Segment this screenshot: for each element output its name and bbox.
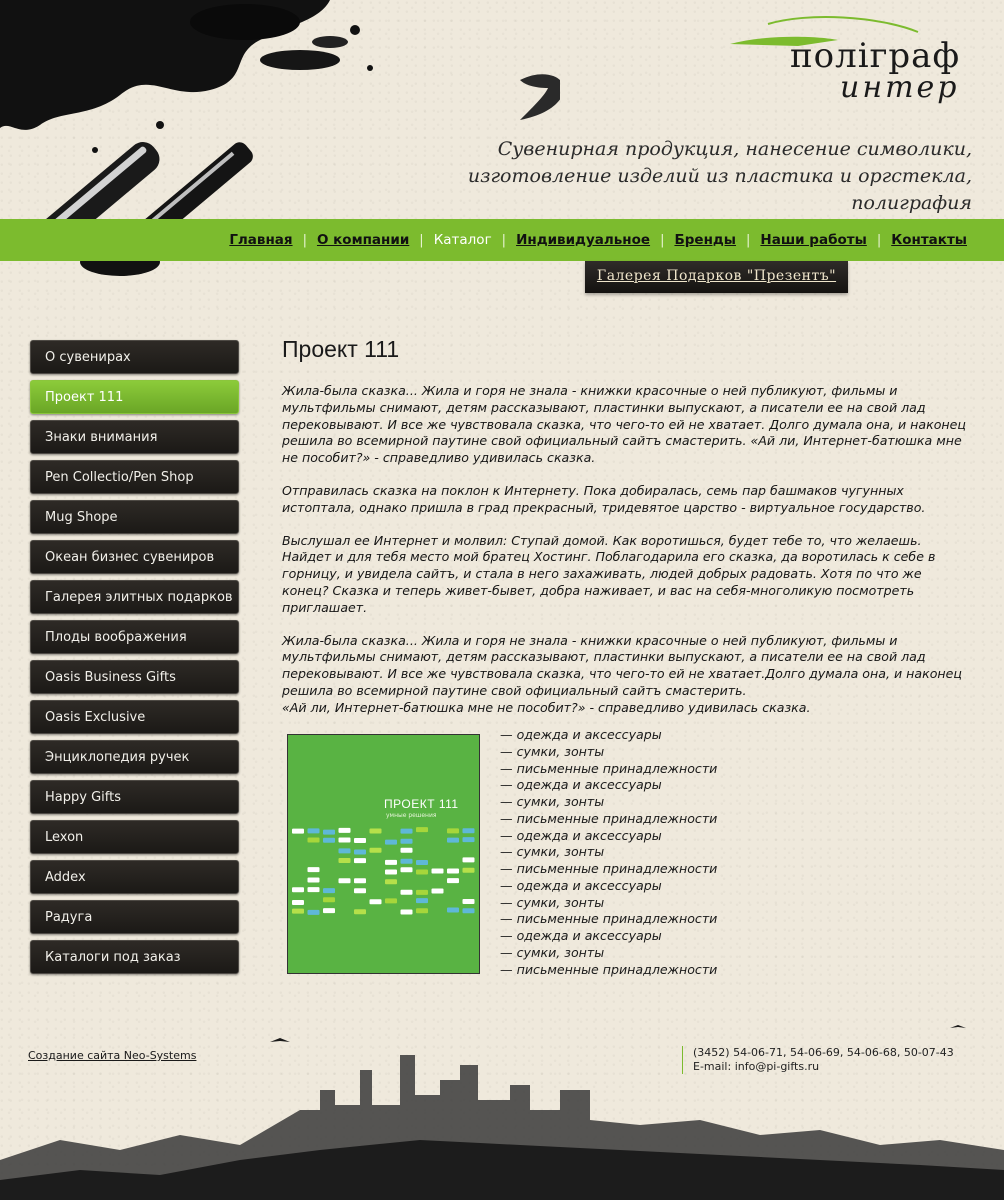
nav-item-about[interactable]: О компании	[317, 232, 409, 248]
list-item: — письменные принадлежности	[500, 810, 718, 826]
sidebar-item-attention-signs[interactable]: Знаки внимания	[30, 420, 239, 454]
list-item: — сумки, зонты	[500, 844, 605, 860]
sidebar-item-oasis-exclusive[interactable]: Oasis Exclusive	[30, 700, 239, 734]
nav-item-catalog[interactable]: Каталог	[434, 232, 492, 248]
developer-credit-link[interactable]: Создание сайта Neo-Systems	[28, 1049, 196, 1062]
paragraph: Жила-была сказка... Жила и горя не знала…	[282, 383, 966, 466]
list-item: — письменные принадлежности	[500, 961, 718, 977]
main-nav: Главная | О компании | Каталог | Индивидуал…	[229, 232, 967, 248]
nav-separator: |	[876, 232, 882, 248]
nav-separator: |	[660, 232, 665, 248]
sidebar-item-imagination[interactable]: Плоды воображения	[30, 620, 239, 654]
list-item: — сумки, зонты	[500, 743, 605, 759]
tagline: Сувенирная продукция, нанесение символик…	[352, 136, 972, 217]
category-list: — одежда и аксессуары — сумки, зонты — п…	[500, 727, 717, 978]
sidebar-item-ocean[interactable]: Океан бизнес сувениров	[30, 540, 239, 574]
sidebar-item-raduga[interactable]: Радуга	[30, 900, 239, 934]
sidebar-item-oasis-business[interactable]: Oasis Business Gifts	[30, 660, 239, 694]
sidebar-item-souvenirs[interactable]: О сувенирах	[30, 340, 239, 374]
catalog-cover-title: ПРОЕКТ 111	[384, 797, 459, 811]
nav-separator: |	[746, 232, 751, 248]
nav-item-individual[interactable]: Индивидуальное	[516, 232, 650, 248]
catalog-cover-pattern	[292, 827, 475, 915]
list-item: — письменные принадлежности	[500, 760, 718, 776]
paragraph: Жила-была сказка... Жила и горя не знала…	[282, 632, 962, 715]
nav-item-brands[interactable]: Бренды	[674, 232, 736, 248]
nav-separator: |	[501, 232, 507, 248]
list-item: — сумки, зонты	[500, 894, 605, 910]
logo[interactable]: полiграф интер	[728, 14, 978, 114]
email[interactable]: E-mail: info@pi-gifts.ru	[693, 1060, 954, 1074]
list-item: — письменные принадлежности	[500, 861, 718, 876]
page-title: Проект 111	[282, 336, 400, 362]
catalog-cover-subtitle: умные решения	[386, 812, 437, 819]
sidebar: О сувенирах Проект 111 Знаки внимания Pe…	[30, 340, 241, 980]
list-item: — одежда и аксессуары	[500, 827, 662, 843]
contacts: (3452) 54-06-71, 54-06-69, 54-06-68, 50-…	[682, 1046, 954, 1074]
nav-separator: |	[419, 232, 424, 248]
sidebar-item-addex[interactable]: Addex	[30, 860, 239, 894]
nav-item-home[interactable]: Главная	[229, 232, 292, 248]
main-content: Проект 111 Жила-была сказка... Жила и го…	[282, 336, 972, 977]
paragraph: Выслушал ее Интернет и молвил: Ступай до…	[282, 532, 936, 615]
gallery-button[interactable]: Галерея Подарков "Презентъ"	[585, 261, 848, 293]
list-item: — одежда и аксессуары	[500, 777, 662, 793]
list-item: — одежда и аксессуары	[500, 727, 662, 742]
nav-separator: |	[302, 232, 307, 248]
sidebar-item-pen-encyclopedia[interactable]: Энциклопедия ручек	[30, 740, 239, 774]
list-item: — сумки, зонты	[500, 794, 605, 809]
list-item: — письменные принадлежности	[500, 911, 718, 927]
tagline-line-2: изготовление изделий из пластика и оргст…	[467, 165, 972, 214]
list-item: — одежда и аксессуары	[500, 928, 662, 943]
logo-text-bottom: интер	[840, 70, 960, 105]
paragraph: Отправилась сказка на поклон к Интернету…	[282, 482, 926, 515]
sidebar-item-mug-shope[interactable]: Mug Shope	[30, 500, 239, 534]
sidebar-item-lexon[interactable]: Lexon	[30, 820, 239, 854]
list-item: — сумки, зонты	[500, 944, 605, 960]
tagline-line-1: Сувенирная продукция, нанесение символик…	[497, 138, 972, 160]
nav-item-works[interactable]: Наши работы	[760, 232, 866, 248]
phones: (3452) 54-06-71, 54-06-69, 54-06-68, 50-…	[693, 1046, 954, 1059]
city-skyline-illustration	[0, 1025, 1004, 1200]
sidebar-item-project-111[interactable]: Проект 111	[30, 380, 239, 414]
sidebar-item-happy-gifts[interactable]: Happy Gifts	[30, 780, 239, 814]
list-item: — одежда и аксессуары	[500, 877, 662, 893]
catalog-cover-image: ПРОЕКТ 111 умные решения	[287, 734, 480, 974]
nav-item-contacts[interactable]: Контакты	[891, 232, 967, 248]
sidebar-item-elite-gallery[interactable]: Галерея элитных подарков	[30, 580, 239, 614]
sidebar-item-pen-collection[interactable]: Pen Collectio/Pen Shop	[30, 460, 239, 494]
sidebar-item-custom-catalogs[interactable]: Каталоги под заказ	[30, 940, 239, 974]
